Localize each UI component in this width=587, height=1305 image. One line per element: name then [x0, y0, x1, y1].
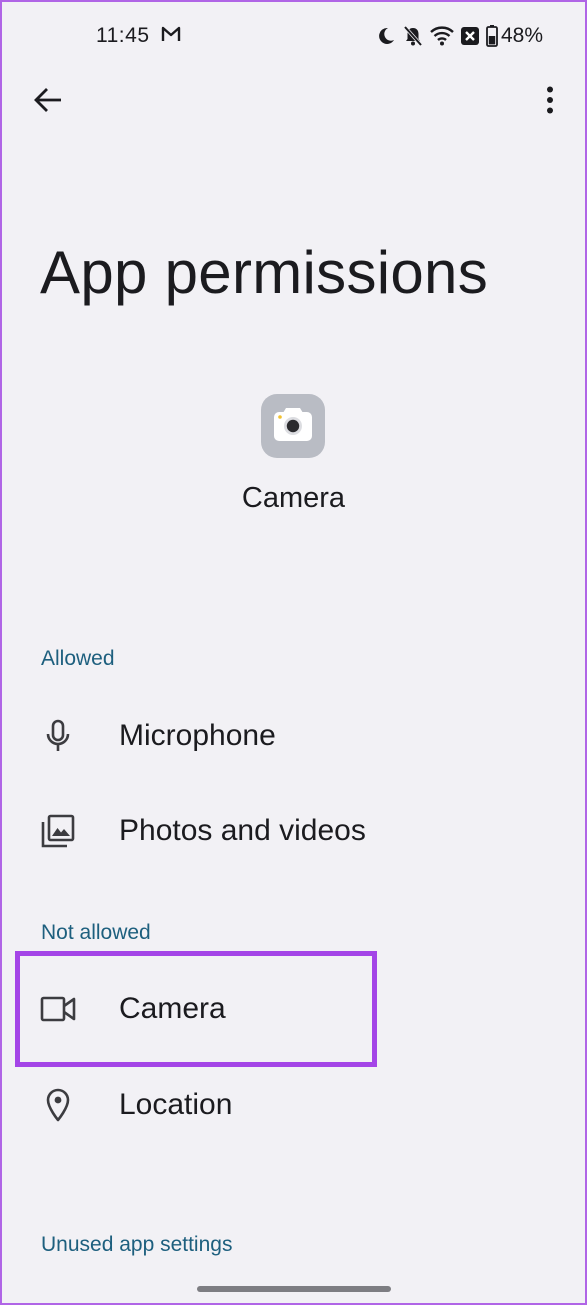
permission-item-microphone[interactable]: Microphone — [16, 694, 572, 778]
section-header-unused-app-settings: Unused app settings — [41, 1233, 233, 1256]
videocam-icon — [40, 991, 76, 1027]
microphone-icon — [40, 718, 76, 754]
more-options-button[interactable] — [528, 78, 572, 122]
status-time: 11:45 — [96, 24, 150, 47]
battery-percentage: 48% — [501, 24, 544, 47]
permission-item-label: Location — [119, 1088, 233, 1121]
permission-item-camera[interactable]: Camera — [16, 967, 572, 1051]
no-sim-icon — [461, 27, 479, 45]
battery-icon — [486, 25, 498, 47]
permission-item-location[interactable]: Location — [16, 1063, 572, 1147]
do-not-disturb-moon-icon — [376, 26, 396, 46]
section-header-allowed: Allowed — [41, 647, 115, 670]
gesture-navigation-handle[interactable] — [197, 1286, 391, 1292]
wifi-icon — [430, 26, 454, 46]
app-name: Camera — [241, 482, 346, 514]
photos-icon — [40, 813, 76, 849]
notifications-off-icon — [403, 25, 423, 47]
permission-item-label: Photos and videos — [119, 814, 366, 847]
status-bar: 11:45 48% — [0, 0, 587, 72]
permission-item-label: Microphone — [119, 719, 276, 752]
status-icons: 48% — [376, 24, 543, 48]
location-pin-icon — [40, 1087, 76, 1123]
permission-item-label: Camera — [119, 992, 226, 1025]
permission-item-photos-and-videos[interactable]: Photos and videos — [16, 789, 572, 873]
arrow-back-icon — [34, 88, 61, 112]
section-header-not-allowed: Not allowed — [41, 921, 151, 944]
gmail-icon — [161, 26, 181, 47]
camera-app-icon — [261, 394, 325, 458]
back-button[interactable] — [26, 78, 70, 122]
page-title: App permissions — [40, 239, 489, 306]
more-vert-icon — [547, 86, 553, 114]
